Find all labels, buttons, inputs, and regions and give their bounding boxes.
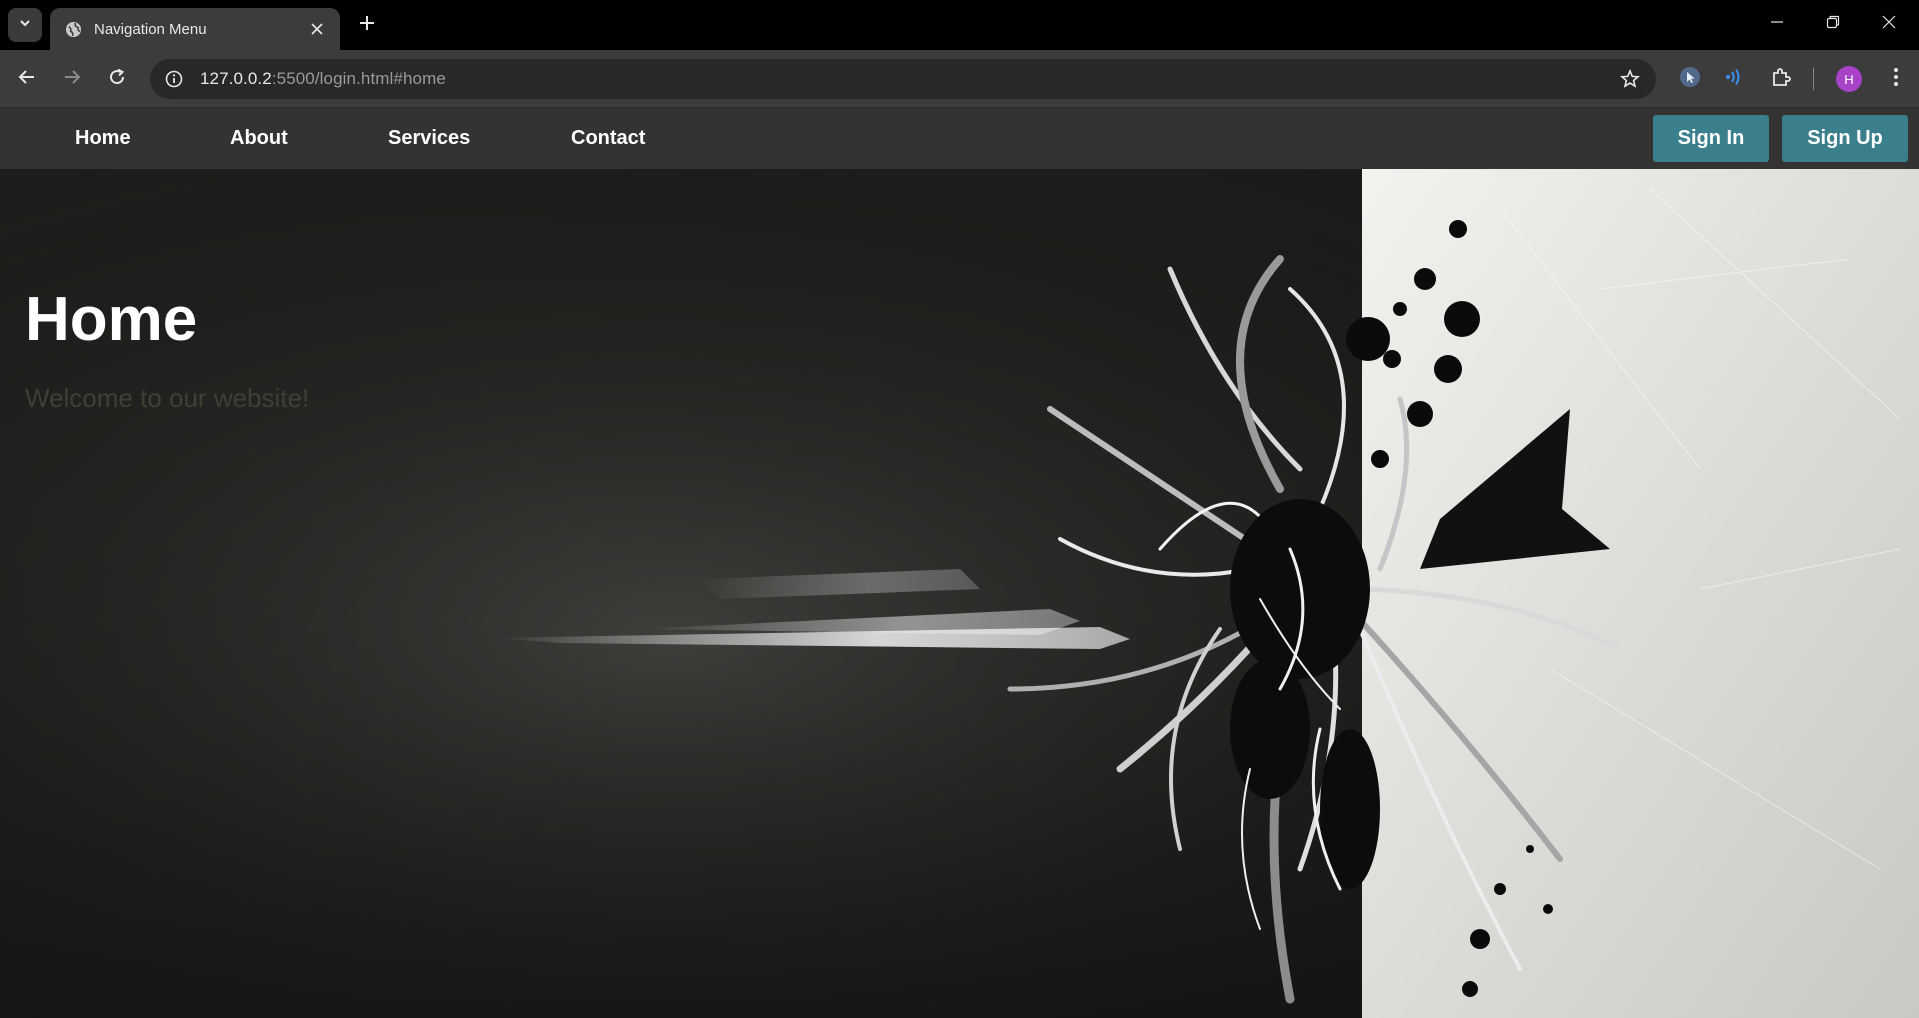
browser-toolbar: 127.0.0.2:5500/login.html#home [0, 50, 1919, 108]
forward-arrow-icon [63, 68, 81, 91]
audio-extension-icon [1723, 66, 1745, 93]
hero-section: Home Welcome to our website! [0, 169, 1919, 1018]
chrome-menu-button[interactable] [1882, 65, 1910, 93]
tab-strip: Navigation Menu [0, 0, 1919, 50]
tab-search-icon [18, 16, 32, 35]
star-icon[interactable] [1618, 67, 1642, 91]
plus-icon [359, 15, 375, 36]
hero-background-art [0, 169, 1919, 1018]
forward-button[interactable] [56, 63, 88, 95]
toolbar-separator [1813, 68, 1814, 90]
window-close-button[interactable] [1866, 6, 1912, 42]
avatar[interactable]: H [1836, 66, 1862, 92]
address-bar[interactable]: 127.0.0.2:5500/login.html#home [150, 59, 1656, 99]
sign-up-button[interactable]: Sign Up [1782, 115, 1908, 162]
site-navbar: Home About Services Contact Sign In Sign… [0, 108, 1919, 169]
url-path: :5500/login.html#home [271, 69, 446, 88]
url-host: 127.0.0.2 [200, 69, 272, 88]
nav-link-services[interactable]: Services [388, 108, 470, 169]
puzzle-icon [1770, 66, 1792, 93]
window-close-icon [1882, 15, 1896, 34]
hero-title: Home [25, 285, 198, 354]
audio-extension-button[interactable] [1720, 65, 1748, 93]
back-button[interactable] [11, 63, 43, 95]
info-icon[interactable] [154, 59, 194, 99]
minimize-button[interactable] [1754, 6, 1800, 42]
sign-in-button[interactable]: Sign In [1653, 115, 1769, 162]
new-tab-button[interactable] [352, 10, 382, 40]
nav-link-home[interactable]: Home [75, 108, 131, 169]
tab-search-button[interactable] [8, 8, 42, 42]
reload-icon [108, 68, 126, 91]
close-icon[interactable] [306, 18, 328, 40]
restore-button[interactable] [1810, 6, 1856, 42]
restore-icon [1826, 15, 1840, 34]
hero-subtitle: Welcome to our website! [25, 383, 310, 413]
minimize-icon [1770, 15, 1784, 34]
nav-link-contact[interactable]: Contact [571, 108, 645, 169]
nav-link-about[interactable]: About [230, 108, 288, 169]
url-text: 127.0.0.2:5500/login.html#home [200, 69, 446, 89]
reload-button[interactable] [101, 63, 133, 95]
browser-tab[interactable]: Navigation Menu [50, 8, 340, 50]
cursor-extension-icon [1679, 66, 1701, 93]
back-arrow-icon [18, 68, 36, 91]
tab-title: Navigation Menu [94, 20, 207, 38]
globe-icon [64, 20, 82, 38]
extensions-button[interactable] [1767, 65, 1795, 93]
cursor-extension-button[interactable] [1676, 65, 1704, 93]
kebab-menu-icon [1893, 67, 1899, 92]
